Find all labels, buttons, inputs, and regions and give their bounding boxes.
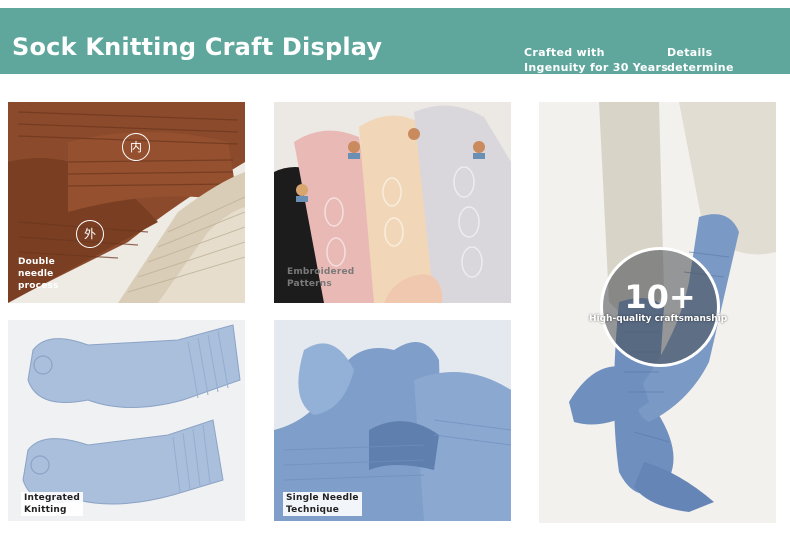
tile-embroidered: Embroidered Patterns — [274, 102, 511, 303]
tagline-years: Crafted with Ingenuity for 30 Years — [524, 46, 669, 74]
outer-marker: 外 — [76, 220, 104, 248]
craftsmanship-badge: 10+ — [600, 247, 720, 367]
inner-marker: 内 — [122, 133, 150, 161]
integrated-photo — [8, 320, 245, 521]
caption-integrated: Integrated Knitting — [21, 492, 83, 516]
caption-embroidered: Embroidered Patterns — [287, 267, 355, 289]
page-title: Sock Knitting Craft Display — [12, 33, 383, 61]
tile-double-needle: 内 外 Double needle process — [8, 102, 245, 303]
tile-single-needle: Single Needle Technique — [274, 320, 511, 521]
tile-integrated: Integrated Knitting — [8, 320, 245, 521]
badge-number: 10+ — [624, 278, 696, 316]
caption-single-needle: Single Needle Technique — [283, 492, 362, 516]
tagline-quality: Details determine quality — [667, 46, 734, 89]
header-banner: Sock Knitting Craft Display Crafted with… — [0, 8, 790, 89]
single-needle-photo — [274, 320, 511, 521]
badge-caption: High-quality craftsmanship — [589, 314, 728, 324]
caption-double-needle: Double needle process — [18, 257, 59, 291]
